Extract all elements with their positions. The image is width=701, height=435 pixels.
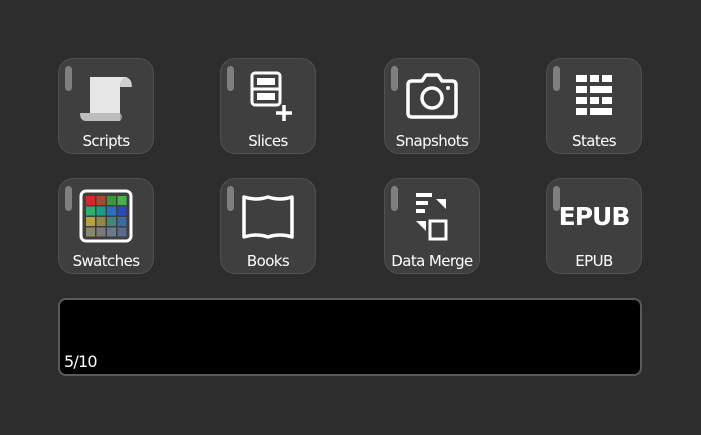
tile-label: EPUB	[575, 252, 613, 270]
swatches-button[interactable]: Swatches	[58, 178, 154, 274]
status-led	[553, 66, 560, 91]
lcd-display: 5/10	[58, 298, 642, 376]
swatch-cell	[86, 206, 95, 216]
data-merge-icon	[400, 187, 464, 245]
status-led	[227, 186, 234, 211]
swatch-cell	[107, 217, 116, 226]
swatch-cell	[107, 196, 116, 205]
swatch-cell	[96, 217, 106, 226]
status-led	[227, 66, 234, 91]
tile-label: Swatches	[72, 252, 140, 270]
swatch-cell	[117, 196, 127, 205]
slices-button[interactable]: Slices	[220, 58, 316, 154]
scripts-button[interactable]: Scripts	[58, 58, 154, 154]
epub-icon-text: EPUB	[558, 201, 631, 231]
swatches-grid-icon	[74, 187, 138, 245]
states-list-icon	[562, 67, 626, 125]
swatch-cell	[117, 217, 127, 226]
status-led	[391, 66, 398, 91]
tile-label: Snapshots	[395, 132, 469, 150]
swatch-cell	[86, 227, 95, 237]
tile-label: Scripts	[82, 132, 130, 150]
slices-add-icon	[236, 67, 300, 125]
tile-label: States	[572, 132, 617, 150]
swatch-cell	[86, 217, 95, 226]
swatch-cell	[86, 196, 95, 205]
status-led	[65, 186, 72, 211]
swatch-cell	[107, 206, 116, 216]
status-led	[391, 186, 398, 211]
swatch-cell	[117, 227, 127, 237]
tile-label: Books	[246, 252, 290, 270]
book-icon	[236, 187, 300, 245]
page-indicator: 5/10	[64, 352, 98, 371]
epub-text-icon: EPUB	[559, 187, 631, 245]
books-button[interactable]: Books	[220, 178, 316, 274]
swatch-cell	[107, 227, 116, 237]
tile-label: Slices	[248, 132, 288, 150]
data-merge-button[interactable]: Data Merge	[384, 178, 480, 274]
swatch-cell	[96, 206, 106, 216]
epub-button[interactable]: EPUB EPUB	[546, 178, 642, 274]
snapshots-button[interactable]: Snapshots	[384, 58, 480, 154]
camera-icon	[400, 67, 464, 125]
tile-label: Data Merge	[391, 252, 473, 270]
swatch-cell	[117, 206, 127, 216]
swatch-cell	[96, 227, 106, 237]
states-button[interactable]: States	[546, 58, 642, 154]
status-led	[65, 66, 72, 91]
control-panel: Scripts Slices Snapshots States Swatches…	[0, 0, 701, 435]
scroll-icon	[74, 67, 138, 125]
swatch-cell	[96, 196, 106, 205]
